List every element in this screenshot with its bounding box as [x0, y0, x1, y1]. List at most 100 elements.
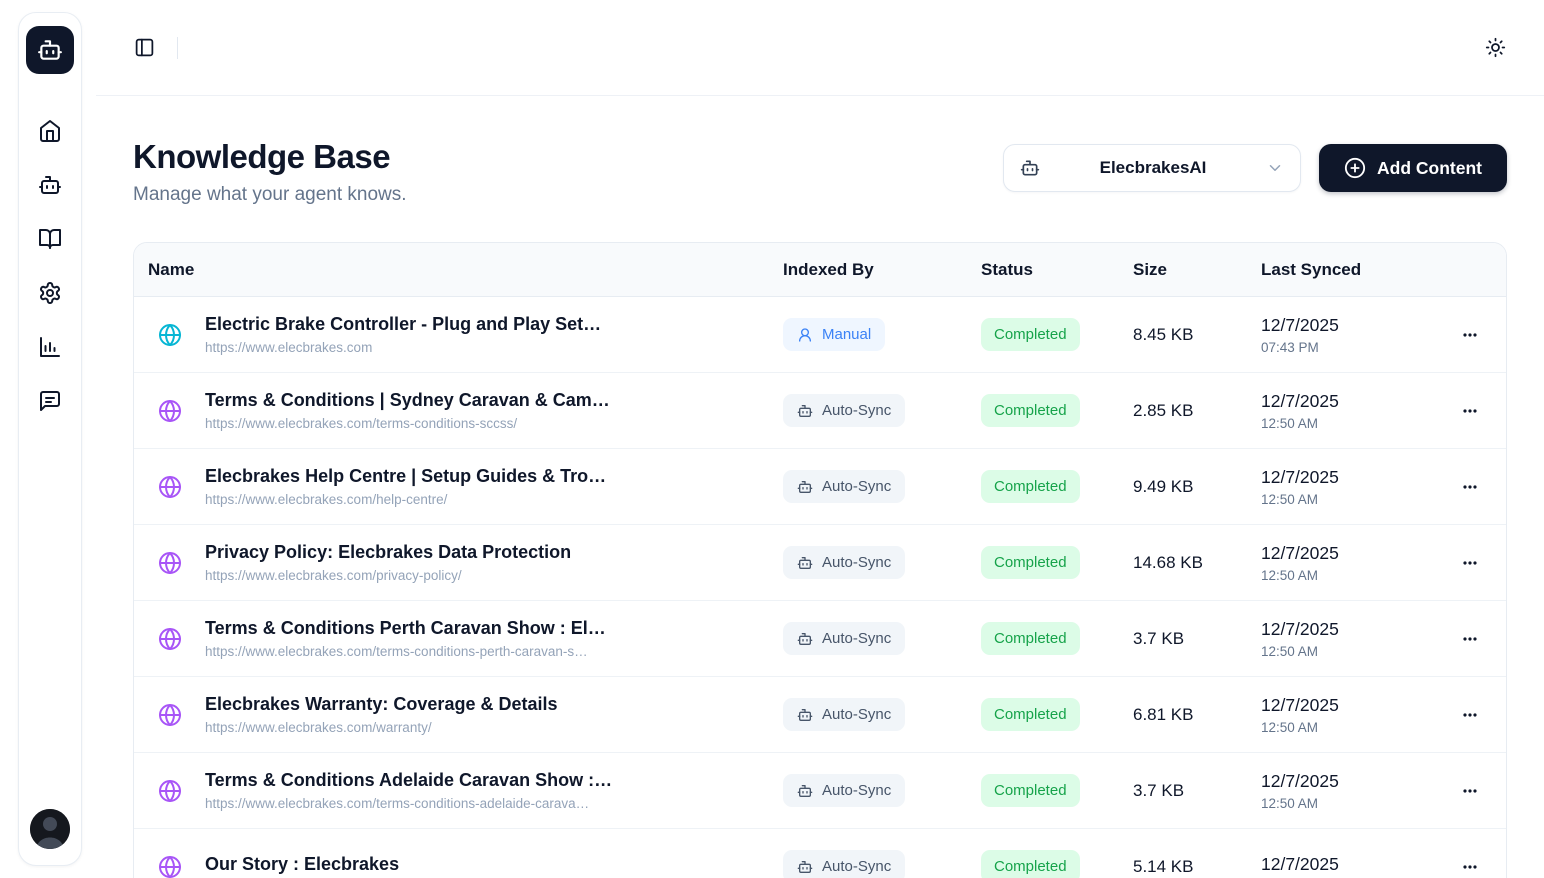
row-title: Elecbrakes Help Centre | Setup Guides & …: [205, 466, 606, 487]
ellipsis-icon: [1460, 553, 1480, 573]
row-synced-time: 12:50 AM: [1261, 416, 1448, 431]
table-row: Privacy Policy: Elecbrakes Data Protecti…: [134, 525, 1506, 601]
sidebar-item-settings[interactable]: [38, 281, 62, 305]
row-actions-button[interactable]: [1454, 851, 1486, 878]
sidebar-item-knowledge[interactable]: [38, 227, 62, 251]
row-name-cell: Terms & Conditions | Sydney Caravan & Ca…: [134, 390, 783, 431]
row-synced-time: 12:50 AM: [1261, 720, 1448, 735]
sidebar-item-home[interactable]: [38, 119, 62, 143]
row-indexed-by-cell: Auto-Sync: [783, 394, 981, 427]
agent-selector[interactable]: ElecbrakesAI: [1003, 144, 1301, 192]
panel-left-icon: [134, 37, 155, 58]
content: Knowledge Base Manage what your agent kn…: [96, 96, 1544, 878]
robot-icon: [797, 631, 813, 647]
page-subtitle: Manage what your agent knows.: [133, 184, 407, 206]
sidebar-item-analytics[interactable]: [38, 335, 62, 359]
table-row: Terms & Conditions Adelaide Caravan Show…: [134, 753, 1506, 829]
plus-circle-icon: [1344, 157, 1366, 179]
row-size: 2.85 KB: [1133, 401, 1261, 421]
row-status-cell: Completed: [981, 774, 1133, 807]
indexed-by-label: Auto-Sync: [822, 402, 891, 419]
column-header-size: Size: [1133, 260, 1261, 280]
table-row: Elecbrakes Warranty: Coverage & Details …: [134, 677, 1506, 753]
row-actions-button[interactable]: [1454, 471, 1486, 503]
robot-icon: [797, 783, 813, 799]
row-actions-cell: [1448, 471, 1506, 503]
row-actions-button[interactable]: [1454, 547, 1486, 579]
indexed-by-badge: Auto-Sync: [783, 546, 905, 579]
row-status-cell: Completed: [981, 698, 1133, 731]
indexed-by-badge: Auto-Sync: [783, 394, 905, 427]
indexed-by-label: Auto-Sync: [822, 706, 891, 723]
row-title: Elecbrakes Warranty: Coverage & Details: [205, 694, 558, 715]
bot-icon: [37, 37, 63, 63]
row-size: 14.68 KB: [1133, 553, 1261, 573]
app-logo-button[interactable]: [26, 26, 74, 74]
row-status-cell: Completed: [981, 850, 1133, 878]
row-url: https://www.elecbrakes.com/terms-conditi…: [205, 644, 606, 659]
sun-icon: [1485, 37, 1506, 58]
user-avatar[interactable]: [30, 809, 70, 849]
row-synced-date: 12/7/2025: [1261, 854, 1448, 875]
indexed-by-label: Auto-Sync: [822, 630, 891, 647]
row-actions-button[interactable]: [1454, 319, 1486, 351]
status-badge: Completed: [981, 394, 1080, 427]
globe-icon: [158, 323, 182, 347]
row-synced-date: 12/7/2025: [1261, 543, 1448, 564]
indexed-by-badge: Auto-Sync: [783, 470, 905, 503]
row-last-synced: 12/7/2025 12:50 AM: [1261, 771, 1448, 811]
row-last-synced: 12/7/2025 12:50 AM: [1261, 391, 1448, 431]
avatar-photo: [30, 809, 70, 849]
indexed-by-badge: Auto-Sync: [783, 774, 905, 807]
sidebar-item-conversations[interactable]: [38, 389, 62, 413]
header-controls: ElecbrakesAI Add Content: [1003, 144, 1507, 192]
chat-icon: [38, 389, 62, 413]
row-actions-button[interactable]: [1454, 623, 1486, 655]
row-actions-button[interactable]: [1454, 395, 1486, 427]
row-last-synced: 12/7/2025 12:50 AM: [1261, 467, 1448, 507]
column-header-status: Status: [981, 260, 1133, 280]
row-last-synced: 12/7/2025 12:50 AM: [1261, 695, 1448, 735]
indexed-by-badge: Auto-Sync: [783, 850, 905, 878]
indexed-by-label: Auto-Sync: [822, 858, 891, 875]
robot-icon: [797, 479, 813, 495]
row-actions-button[interactable]: [1454, 699, 1486, 731]
indexed-by-label: Auto-Sync: [822, 478, 891, 495]
row-status-cell: Completed: [981, 470, 1133, 503]
row-title: Our Story : Elecbrakes: [205, 854, 399, 875]
globe-icon: [158, 703, 182, 727]
row-title: Terms & Conditions | Sydney Caravan & Ca…: [205, 390, 610, 411]
gear-icon: [38, 281, 62, 305]
robot-icon: [797, 707, 813, 723]
table-row: Terms & Conditions | Sydney Caravan & Ca…: [134, 373, 1506, 449]
row-url: https://www.elecbrakes.com/help-centre/: [205, 492, 606, 507]
add-content-button[interactable]: Add Content: [1319, 144, 1507, 192]
row-last-synced: 12/7/2025 07:43 PM: [1261, 315, 1448, 355]
sidebar-item-agents[interactable]: [38, 173, 62, 197]
row-actions-cell: [1448, 699, 1506, 731]
row-indexed-by-cell: Auto-Sync: [783, 470, 981, 503]
row-size: 9.49 KB: [1133, 477, 1261, 497]
row-actions-cell: [1448, 775, 1506, 807]
row-name-cell: Terms & Conditions Adelaide Caravan Show…: [134, 770, 783, 811]
theme-toggle-button[interactable]: [1485, 37, 1506, 58]
row-size: 3.7 KB: [1133, 629, 1261, 649]
ellipsis-icon: [1460, 781, 1480, 801]
ellipsis-icon: [1460, 325, 1480, 345]
add-content-label: Add Content: [1377, 158, 1482, 179]
row-name-cell: Elecbrakes Warranty: Coverage & Details …: [134, 694, 783, 735]
status-badge: Completed: [981, 698, 1080, 731]
indexed-by-label: Auto-Sync: [822, 554, 891, 571]
globe-icon: [158, 399, 182, 423]
column-header-name: Name: [134, 260, 783, 280]
row-size: 5.14 KB: [1133, 857, 1261, 877]
row-indexed-by-cell: Manual: [783, 318, 981, 351]
globe-icon: [158, 475, 182, 499]
row-actions-button[interactable]: [1454, 775, 1486, 807]
row-url: https://www.elecbrakes.com/terms-conditi…: [205, 796, 612, 811]
row-synced-time: 07:43 PM: [1261, 340, 1448, 355]
row-indexed-by-cell: Auto-Sync: [783, 774, 981, 807]
sidebar-toggle-button[interactable]: [134, 37, 155, 58]
row-actions-cell: [1448, 623, 1506, 655]
status-badge: Completed: [981, 470, 1080, 503]
